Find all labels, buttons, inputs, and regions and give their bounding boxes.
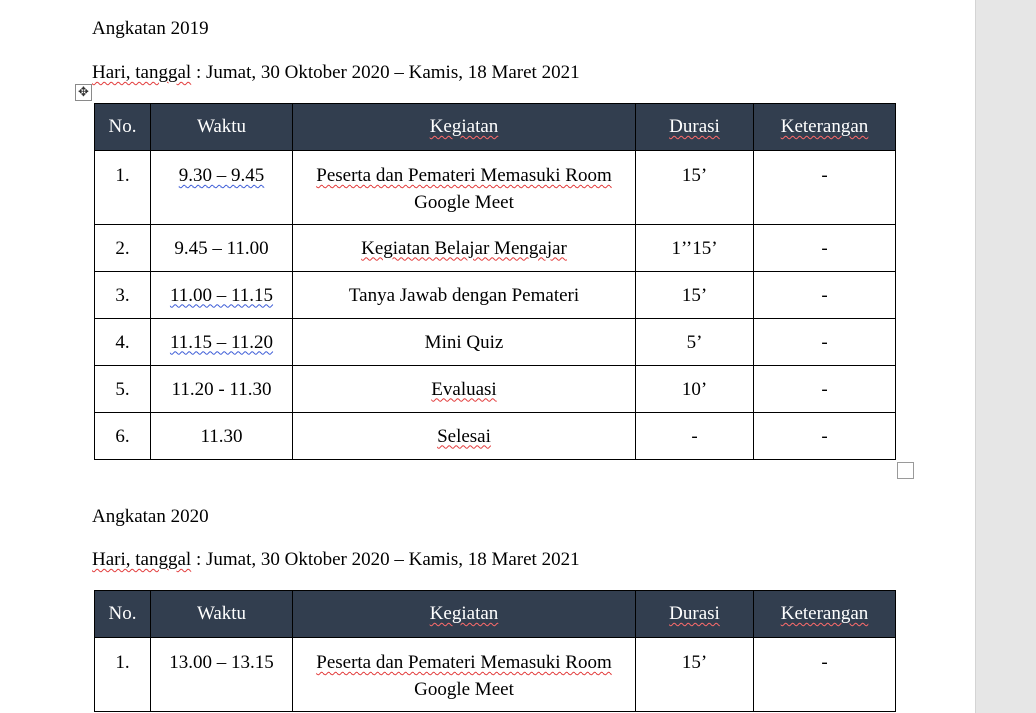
schedule-table-2020: No. Waktu Kegiatan Durasi Keterangan 1. … <box>94 590 896 712</box>
col-header-waktu: Waktu <box>150 103 293 151</box>
cell-waktu: 11.30 <box>150 412 293 460</box>
col-header-kegiatan: Kegiatan <box>292 103 636 151</box>
cell-no: 2. <box>94 224 151 272</box>
cell-kegiatan: Selesai <box>292 412 636 460</box>
cell-durasi: - <box>635 412 754 460</box>
cell-keterangan: - <box>753 271 896 319</box>
table-move-icon[interactable]: ✥ <box>75 84 92 101</box>
cell-waktu: 9.30 – 9.45 <box>150 150 293 225</box>
cell-kegiatan: Tanya Jawab dengan Pemateri <box>292 271 636 319</box>
cell-kegiatan: Peserta dan Pemateri Memasuki Room Google… <box>292 150 636 225</box>
cell-no: 5. <box>94 365 151 413</box>
col-header-no: No. <box>94 103 151 151</box>
date-value: Jumat, 30 Oktober 2020 – Kamis, 18 Maret… <box>205 62 580 83</box>
col-header-durasi: Durasi <box>635 590 754 638</box>
col-header-keterangan: Keterangan <box>753 590 896 638</box>
date-value: Jumat, 30 Oktober 2020 – Kamis, 18 Maret… <box>205 549 580 570</box>
table-row: 2. 9.45 – 11.00 Kegiatan Belajar Mengaja… <box>94 224 896 272</box>
cell-kegiatan: Peserta dan Pemateri Memasuki Room Google… <box>292 637 636 712</box>
cell-kegiatan: Mini Quiz <box>292 318 636 366</box>
table-row: 1. 9.30 – 9.45 Peserta dan Pemateri Mema… <box>94 150 896 225</box>
section-heading: Angkatan 2020 <box>92 506 209 527</box>
cell-durasi: 15’ <box>635 150 754 225</box>
col-header-durasi: Durasi <box>635 103 754 151</box>
date-separator: : <box>191 62 206 83</box>
col-header-waktu: Waktu <box>150 590 293 638</box>
cell-keterangan: - <box>753 637 896 712</box>
schedule-table-2019: No. Waktu Kegiatan Durasi Keterangan 1. … <box>94 103 896 460</box>
col-header-no: No. <box>94 590 151 638</box>
table-resize-icon[interactable] <box>897 462 914 479</box>
date-line: Hari, tanggal : Jumat, 30 Oktober 2020 –… <box>92 548 580 572</box>
cell-kegiatan: Evaluasi <box>292 365 636 413</box>
table-header-row: No. Waktu Kegiatan Durasi Keterangan <box>94 103 896 151</box>
cell-keterangan: - <box>753 412 896 460</box>
section-heading: Angkatan 2019 <box>92 18 209 39</box>
cell-waktu: 9.45 – 11.00 <box>150 224 293 272</box>
cell-durasi: 15’ <box>635 271 754 319</box>
cell-kegiatan: Kegiatan Belajar Mengajar <box>292 224 636 272</box>
table-row: 6. 11.30 Selesai - - <box>94 412 896 460</box>
cell-no: 3. <box>94 271 151 319</box>
cell-keterangan: - <box>753 224 896 272</box>
cell-keterangan: - <box>753 365 896 413</box>
cell-durasi: 1’’15’ <box>635 224 754 272</box>
cell-keterangan: - <box>753 318 896 366</box>
cell-durasi: 15’ <box>635 637 754 712</box>
date-label: Hari, tanggal <box>92 549 192 570</box>
table-row: 4. 11.15 – 11.20 Mini Quiz 5’ - <box>94 318 896 366</box>
document-margin-area <box>975 0 1036 713</box>
cell-no: 1. <box>94 150 151 225</box>
date-label: Hari, tanggal <box>92 62 192 83</box>
cell-waktu: 11.20 - 11.30 <box>150 365 293 413</box>
cell-no: 6. <box>94 412 151 460</box>
date-separator: : <box>191 549 206 570</box>
cell-waktu: 11.15 – 11.20 <box>150 318 293 366</box>
cell-waktu: 13.00 – 13.15 <box>150 637 293 712</box>
cell-durasi: 10’ <box>635 365 754 413</box>
cell-no: 1. <box>94 637 151 712</box>
table-row: 1. 13.00 – 13.15 Peserta dan Pemateri Me… <box>94 637 896 712</box>
cell-keterangan: - <box>753 150 896 225</box>
cell-no: 4. <box>94 318 151 366</box>
table-header-row: No. Waktu Kegiatan Durasi Keterangan <box>94 590 896 638</box>
cell-durasi: 5’ <box>635 318 754 366</box>
date-line: Hari, tanggal : Jumat, 30 Oktober 2020 –… <box>92 61 580 85</box>
col-header-keterangan: Keterangan <box>753 103 896 151</box>
cell-waktu: 11.00 – 11.15 <box>150 271 293 319</box>
col-header-kegiatan: Kegiatan <box>292 590 636 638</box>
table-row: 3. 11.00 – 11.15 Tanya Jawab dengan Pema… <box>94 271 896 319</box>
table-row: 5. 11.20 - 11.30 Evaluasi 10’ - <box>94 365 896 413</box>
